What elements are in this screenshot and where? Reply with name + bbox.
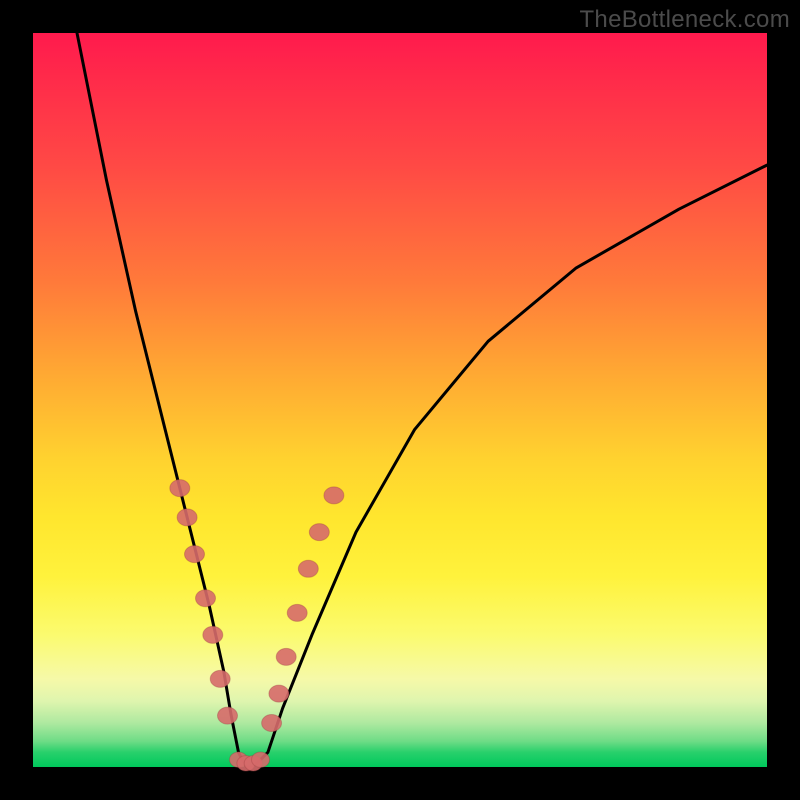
watermark-text: TheBottleneck.com [579, 6, 790, 34]
curve-line [77, 33, 767, 767]
plot-area [33, 33, 767, 767]
curve-svg [33, 33, 767, 767]
curve-markers [170, 480, 344, 771]
chart-frame: TheBottleneck.com [0, 0, 800, 800]
